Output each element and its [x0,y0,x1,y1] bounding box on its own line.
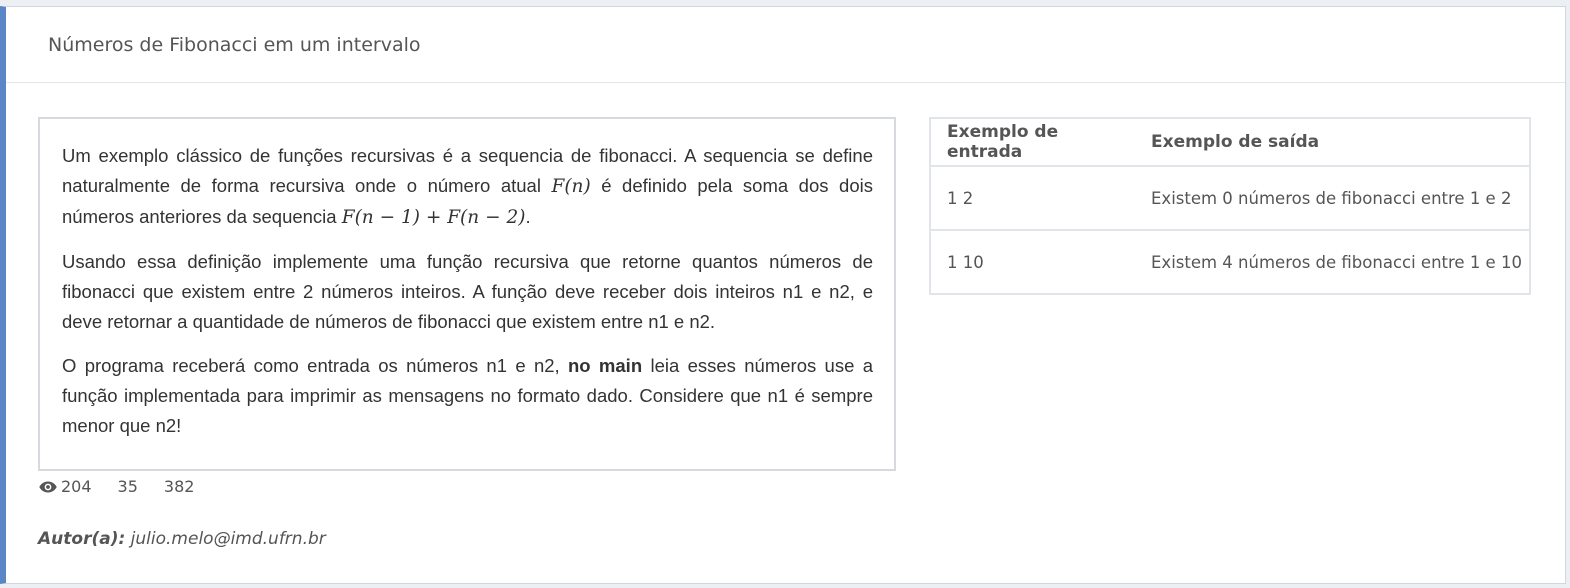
problem-statement: Um exemplo clássico de funções recursiva… [38,117,896,471]
statement-text: O programa receberá como entrada os núme… [62,355,568,376]
views-stat: 204 [39,477,92,496]
author-line: Autor(a): julio.melo@imd.ufrn.br [38,529,326,549]
third-stat-count: 382 [163,477,195,496]
statement-text: . [525,206,531,227]
column-header-output: Exemplo de saída [1135,118,1530,167]
statement-paragraph-1: Um exemplo clássico de funções recursiva… [62,141,873,233]
example-output-cell: Existem 4 números de fibonacci entre 1 e… [1135,230,1530,295]
example-input-cell: 1 2 [930,166,1135,231]
table-row: 1 10 Existem 4 números de fibonacci entr… [930,230,1530,295]
statement-bold-text: no main [568,355,643,376]
second-stat: 35 [118,477,138,496]
example-output-cell: Existem 0 números de fibonacci entre 1 e… [1135,166,1530,231]
table-header-row: Exemplo de entrada Exemplo de saída [930,118,1530,167]
table-row: 1 2 Existem 0 números de fibonacci entre… [930,166,1530,231]
third-stat: 382 [164,477,195,496]
second-stat-count: 35 [117,477,138,496]
statement-paragraph-2: Usando essa definição implemente uma fun… [62,251,873,332]
views-count: 204 [61,477,92,496]
examples-table: Exemplo de entrada Exemplo de saída 1 2 … [929,117,1531,295]
statement-paragraph-3: O programa receberá como entrada os núme… [62,351,873,441]
math-formula: F(n) [551,176,591,197]
card-header: Números de Fibonacci em um intervalo [6,7,1565,83]
author-label: Autor(a): [38,529,126,549]
example-input-cell: 1 10 [930,230,1135,295]
math-formula: F(n − 1) + F(n − 2) [341,207,526,228]
problem-stats: 204 35 382 [39,477,220,496]
column-header-input: Exemplo de entrada [930,118,1135,167]
page-title: Números de Fibonacci em um intervalo [48,33,421,56]
problem-card: Números de Fibonacci em um intervalo Um … [0,6,1566,584]
author-email: julio.melo@imd.ufrn.br [130,529,326,549]
eye-icon [39,481,57,492]
